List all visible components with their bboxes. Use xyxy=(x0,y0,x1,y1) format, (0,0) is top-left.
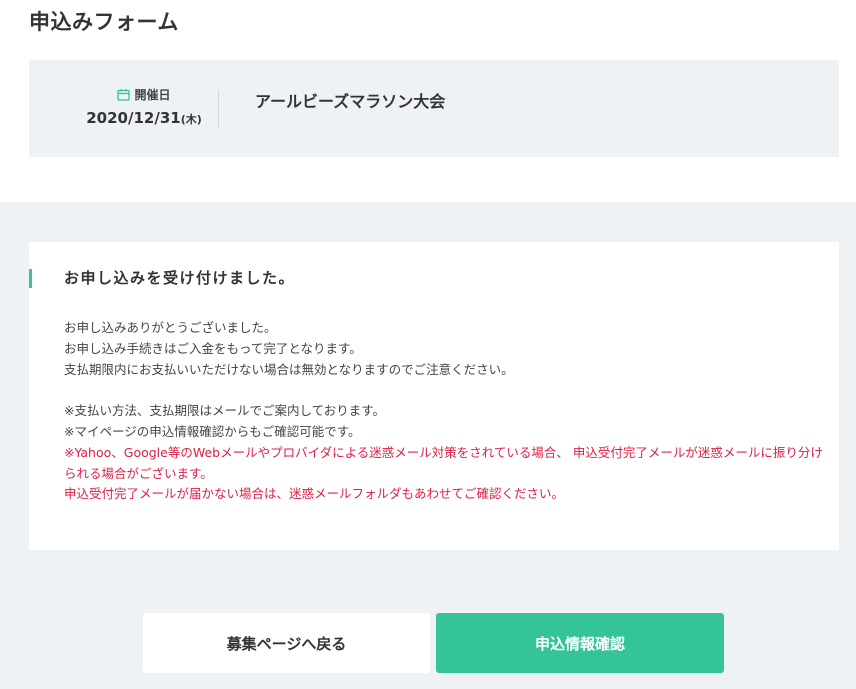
calendar-icon xyxy=(117,88,131,101)
message-note: ※マイページの申込情報確認からもご確認可能です。 xyxy=(64,423,361,439)
event-date-label: 開催日 xyxy=(134,88,171,102)
event-date-value: 2020/12/31 xyxy=(86,109,181,127)
event-date-value-row: 2020/12/31(木) xyxy=(84,109,204,127)
completion-heading: お申し込みを受け付けました。 xyxy=(64,269,296,287)
message-line: お申し込みありがとうございました。 xyxy=(64,320,277,335)
view-application-button[interactable]: 申込情報確認 xyxy=(436,613,724,673)
event-day-of-week: (木) xyxy=(180,113,202,126)
event-date-label-row: 開催日 xyxy=(84,86,204,103)
event-name: アールビーズマラソン大会 xyxy=(255,92,446,111)
message-line: 支払期限内にお支払いいただけない場合は無効となりますのでご注意ください。 xyxy=(64,361,514,377)
back-to-recruitment-button[interactable]: 募集ページへ戻る xyxy=(143,613,430,673)
event-date: 開催日 2020/12/31(木) xyxy=(84,86,204,127)
event-divider xyxy=(218,90,219,128)
spam-folder-warning: 申込受付完了メールが届かない場合は、迷惑メールフォルダもあわせてご確認ください。 xyxy=(64,486,565,502)
message-line: お申し込み手続きはご入金をもって完了となります。 xyxy=(64,340,362,356)
page-title: 申込みフォーム xyxy=(29,10,179,34)
heading-accent-bar xyxy=(29,269,32,288)
message-note: ※支払い方法、支払期限はメールでご案内しております。 xyxy=(64,403,385,419)
completion-message-body: お申し込みありがとうございました。 お申し込み手続きはご入金をもって完了となりま… xyxy=(64,318,824,505)
spam-warning: ※Yahoo、Google等のWebメールやプロバイダによる迷惑メール対策をされ… xyxy=(64,444,823,481)
event-summary-card: 開催日 2020/12/31(木) アールビーズマラソン大会 xyxy=(29,60,839,157)
completion-message-card: お申し込みを受け付けました。 お申し込みありがとうございました。 お申し込み手続… xyxy=(29,242,839,550)
